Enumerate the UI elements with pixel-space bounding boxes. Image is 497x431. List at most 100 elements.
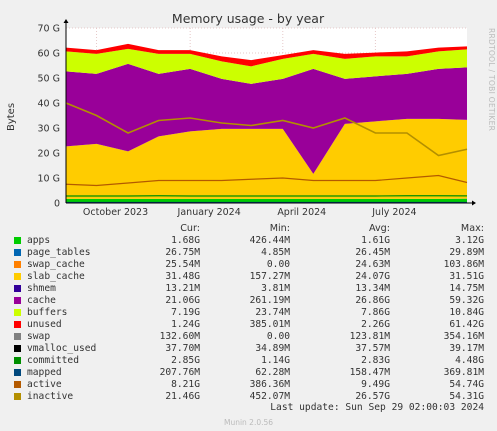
- legend-swatch: [14, 333, 21, 340]
- header-max: Max:: [460, 223, 484, 234]
- legend-name: shmem: [27, 283, 56, 294]
- legend-max-value: 31.51G: [449, 271, 484, 282]
- legend-name: inactive: [27, 391, 74, 402]
- rrdtool-credit: RRDTOOL / TOBI OETIKER: [487, 28, 496, 132]
- y-axis-arrow: [63, 19, 69, 23]
- legend-cur-value: 26.75M: [165, 247, 200, 258]
- y-tick-label: 40 G: [38, 99, 60, 110]
- legend-avg-value: 24.63M: [355, 259, 390, 270]
- legend-max-value: 103.86M: [443, 259, 484, 270]
- legend-max-value: 10.84G: [449, 307, 484, 318]
- y-tick-label: 50 G: [38, 74, 60, 85]
- legend-cur-value: 2.85G: [171, 355, 200, 366]
- legend-name: swap: [27, 331, 51, 342]
- legend-cur-value: 21.06G: [165, 295, 200, 306]
- y-tick-label: 20 G: [38, 149, 60, 160]
- legend-swatch: [14, 249, 21, 256]
- legend-min-value: 3.81M: [261, 283, 290, 294]
- legend-avg-value: 26.86G: [355, 295, 390, 306]
- legend-swatch: [14, 393, 21, 400]
- legend-swatch: [14, 309, 21, 316]
- header-cur: Cur:: [180, 223, 200, 234]
- legend-name: apps: [27, 235, 51, 246]
- legend-name: page_tables: [27, 247, 91, 258]
- legend-name: buffers: [27, 307, 68, 318]
- legend-row-swap_cache: swap_cache 25.54M 0.00 24.63M 103.86M: [0, 259, 497, 271]
- legend-row-slab_cache: slab_cache 31.48G 157.27M 24.07G 31.51G: [0, 271, 497, 283]
- legend-swatch: [14, 237, 21, 244]
- last-update: Last update: Sun Sep 29 02:00:03 2024: [270, 402, 484, 413]
- legend-cur-value: 132.60M: [159, 331, 200, 342]
- legend-max-value: 54.74G: [449, 379, 484, 390]
- legend-max-value: 59.32G: [449, 295, 484, 306]
- legend-swatch: [14, 345, 21, 352]
- legend-cur-value: 13.21M: [165, 283, 200, 294]
- legend-row-active: active 8.21G 386.36M 9.49G 54.74G: [0, 379, 497, 391]
- legend-avg-value: 158.47M: [349, 367, 390, 378]
- legend-name: slab_cache: [27, 271, 85, 282]
- legend-min-value: 4.85M: [261, 247, 290, 258]
- legend-swatch: [14, 357, 21, 364]
- legend-swatch: [14, 381, 21, 388]
- x-tick-label: April 2024: [277, 207, 326, 218]
- legend-max-value: 29.89M: [449, 247, 484, 258]
- legend-name: swap_cache: [27, 259, 85, 270]
- legend-swatch: [14, 285, 21, 292]
- y-tick-label: 10 G: [38, 174, 60, 185]
- legend-row-vmalloc_used: vmalloc_used 37.70M 34.89M 37.57M 39.17M: [0, 343, 497, 355]
- legend-name: vmalloc_used: [27, 343, 97, 354]
- legend-avg-value: 9.49G: [361, 379, 390, 390]
- legend-cur-value: 25.54M: [165, 259, 200, 270]
- legend-max-value: 3.12G: [455, 235, 484, 246]
- header-avg: Avg:: [368, 223, 390, 234]
- legend-min-value: 23.74M: [255, 307, 290, 318]
- legend-avg-value: 26.45M: [355, 247, 390, 258]
- x-axis-arrow: [472, 200, 476, 206]
- legend-avg-value: 24.07G: [355, 271, 390, 282]
- legend-row-apps: apps 1.68G 426.44M 1.61G 3.12G: [0, 235, 497, 247]
- legend-cur-value: 1.68G: [171, 235, 200, 246]
- legend-row-committed: committed 2.85G 1.14G 2.83G 4.48G: [0, 355, 497, 367]
- legend-swatch: [14, 297, 21, 304]
- header-min: Min:: [269, 223, 290, 234]
- legend-min-value: 1.14G: [261, 355, 290, 366]
- legend-min-value: 0.00: [266, 259, 290, 270]
- legend-max-value: 61.42G: [449, 319, 484, 330]
- legend-swatch: [14, 321, 21, 328]
- y-tick-label: 70 G: [38, 24, 60, 35]
- legend-row-unused: unused 1.24G 385.01M 2.26G 61.42G: [0, 319, 497, 331]
- legend-row-shmem: shmem 13.21M 3.81M 13.34M 14.75M: [0, 283, 497, 295]
- legend-max-value: 354.16M: [443, 331, 484, 342]
- y-tick-labels: 0 10 G 20 G 30 G 40 G 50 G 60 G 70 G: [38, 24, 60, 210]
- y-tick-label: 30 G: [38, 124, 60, 135]
- x-tick-label: October 2023: [83, 207, 148, 218]
- legend-max-value: 39.17M: [449, 343, 484, 354]
- legend-avg-value: 2.83G: [361, 355, 390, 366]
- legend-cur-value: 37.70M: [165, 343, 200, 354]
- legend-cur-value: 31.48G: [165, 271, 200, 282]
- legend-max-value: 14.75M: [449, 283, 484, 294]
- y-axis-label: Bytes: [6, 103, 17, 131]
- legend-row-swap: swap 132.60M 0.00 123.81M 354.16M: [0, 331, 497, 343]
- legend-cur-value: 21.46G: [165, 391, 200, 402]
- legend-min-value: 386.36M: [249, 379, 290, 390]
- legend-min-value: 62.28M: [255, 367, 290, 378]
- legend-max-value: 4.48G: [455, 355, 484, 366]
- legend-name: active: [27, 379, 62, 390]
- legend-avg-value: 123.81M: [349, 331, 390, 342]
- legend-row-mapped: mapped 207.76M 62.28M 158.47M 369.81M: [0, 367, 497, 379]
- munin-version: Munin 2.0.56: [223, 418, 274, 427]
- legend-min-value: 157.27M: [249, 271, 290, 282]
- y-tick-label: 60 G: [38, 49, 60, 60]
- x-tick-label: July 2024: [371, 207, 416, 218]
- legend-min-value: 0.00: [266, 331, 290, 342]
- legend-cur-value: 207.76M: [159, 367, 200, 378]
- chart-title: Memory usage - by year: [172, 11, 325, 26]
- legend-swatch: [14, 261, 21, 268]
- legend-min-value: 385.01M: [249, 319, 290, 330]
- legend-avg-value: 2.26G: [361, 319, 390, 330]
- legend-avg-value: 7.86G: [361, 307, 390, 318]
- legend-swatch: [14, 369, 21, 376]
- legend-name: cache: [27, 295, 56, 306]
- legend-cur-value: 8.21G: [171, 379, 200, 390]
